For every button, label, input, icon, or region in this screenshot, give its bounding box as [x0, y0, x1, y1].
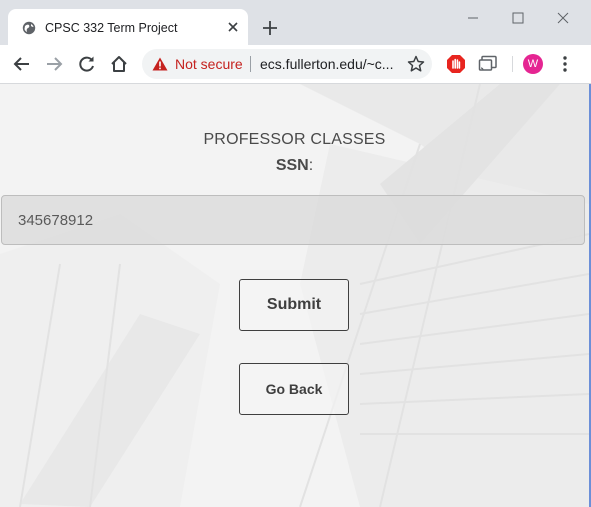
- tab-strip: CPSC 332 Term Project: [0, 0, 591, 45]
- maximize-icon[interactable]: [508, 9, 528, 27]
- browser-toolbar: Not secure ecs.fullerton.edu/~c... W: [0, 45, 591, 84]
- forward-icon[interactable]: [45, 55, 63, 73]
- ssn-label-colon: :: [308, 157, 314, 174]
- ssn-input[interactable]: [1, 195, 585, 245]
- home-icon[interactable]: [110, 55, 128, 73]
- tab-title: CPSC 332 Term Project: [45, 21, 178, 35]
- reload-icon[interactable]: [78, 55, 96, 73]
- go-back-button[interactable]: Go Back: [239, 363, 349, 415]
- toolbar-divider: [512, 56, 513, 72]
- address-bar[interactable]: Not secure ecs.fullerton.edu/~c...: [142, 49, 432, 79]
- star-icon[interactable]: [407, 55, 425, 73]
- ssn-label: SSN:: [0, 157, 589, 175]
- back-icon[interactable]: [13, 55, 31, 73]
- address-divider: [250, 56, 251, 72]
- not-secure-label[interactable]: Not secure: [175, 56, 243, 72]
- kebab-menu-icon[interactable]: [558, 55, 572, 73]
- page-content: PROFESSOR CLASSES SSN: Submit Go Back: [0, 84, 591, 507]
- window-close-icon[interactable]: [553, 9, 573, 27]
- url-text[interactable]: ecs.fullerton.edu/~c...: [260, 56, 400, 72]
- cast-icon[interactable]: [478, 55, 498, 73]
- warning-icon[interactable]: [152, 57, 168, 71]
- avatar[interactable]: W: [523, 54, 543, 74]
- ssn-label-text: SSN: [275, 157, 309, 174]
- plus-icon[interactable]: [262, 20, 278, 36]
- minimize-icon[interactable]: [463, 9, 483, 27]
- submit-button[interactable]: Submit: [239, 279, 349, 331]
- page-title: PROFESSOR CLASSES: [203, 131, 386, 148]
- adblock-stop-icon[interactable]: [446, 54, 466, 74]
- close-icon[interactable]: [226, 20, 240, 34]
- globe-icon: [22, 21, 36, 35]
- browser-tab[interactable]: CPSC 332 Term Project: [8, 9, 248, 45]
